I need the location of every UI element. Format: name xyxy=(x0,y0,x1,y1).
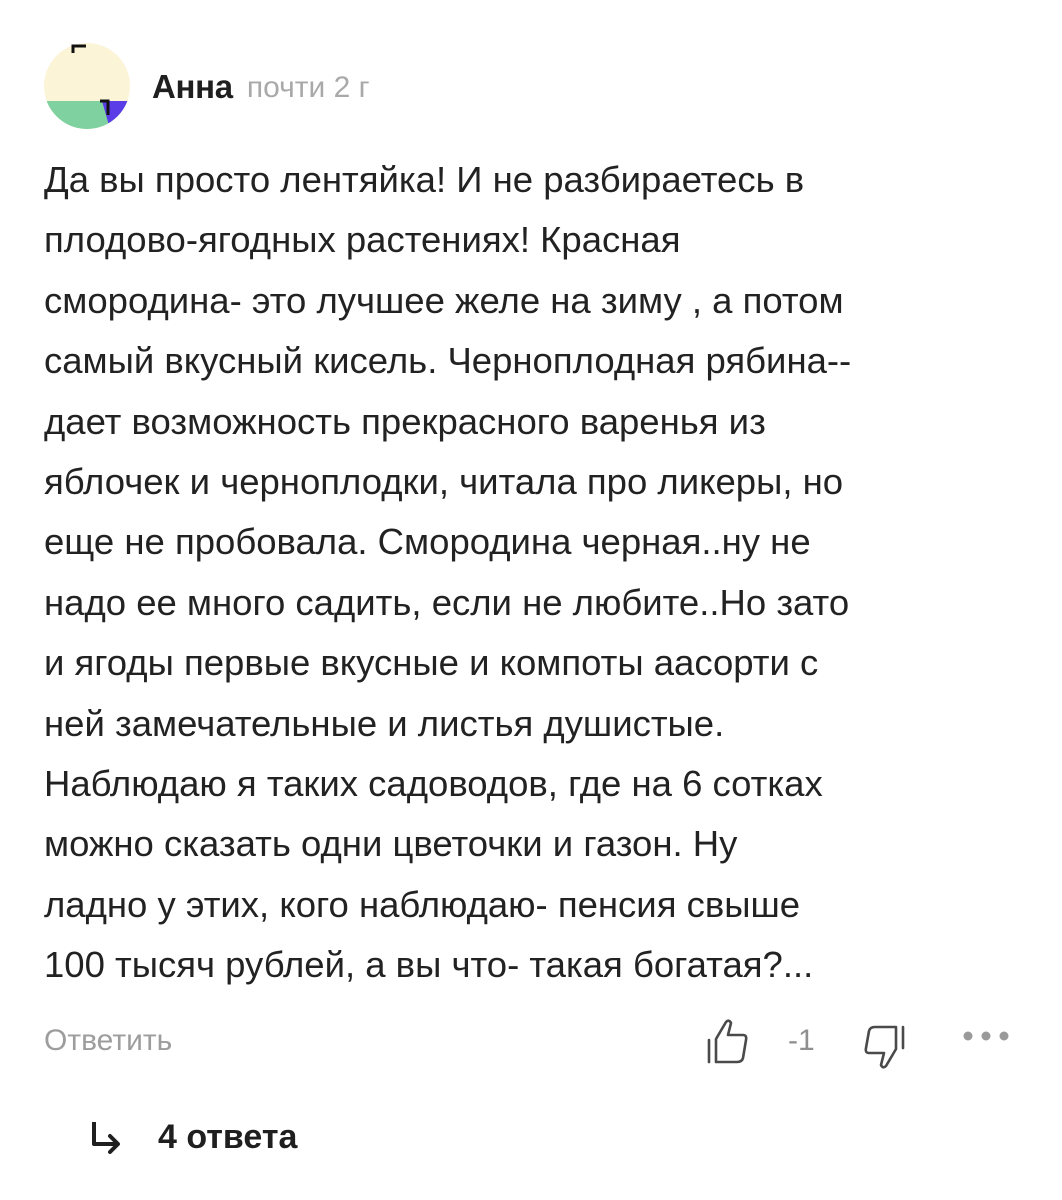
replies-toggle[interactable]: 4 ответа xyxy=(88,1110,297,1164)
comment-body-line: плодово-ягодных растениях! Красная xyxy=(44,219,681,261)
comment-body-line: и ягоды первые вкусные и компоты аасорти… xyxy=(44,642,819,684)
comment-body-line: надо ее много садить, если не любите..Но… xyxy=(44,581,850,623)
comment-body-line: можно сказать одни цветочки и газон. Ну xyxy=(44,823,738,865)
comment-body-line: смородина- это лучшее желе на зиму , а п… xyxy=(44,279,844,321)
reply-button[interactable]: Ответить xyxy=(44,1024,172,1058)
comment-body-line: Да вы просто лентяйка! И не разбираетесь… xyxy=(44,159,805,200)
comment-body-line: Наблюдаю я таких садоводов, где на 6 сот… xyxy=(44,763,823,805)
author-name[interactable]: Анна xyxy=(152,68,233,106)
comment-body-line: самый вкусный кисель. Черноплодная рябин… xyxy=(44,340,852,382)
reply-arrow-icon xyxy=(92,1122,120,1154)
rating-value: -1 xyxy=(788,1024,815,1057)
avatar[interactable] xyxy=(44,43,130,129)
replies-count-label[interactable]: 4 ответа xyxy=(158,1118,297,1157)
comment-body-line: дает возможность прекрасного варенья из xyxy=(44,400,766,442)
more-dots-icon[interactable] xyxy=(960,1026,1012,1046)
comment-body-line: яблочек и черноплодки, читала про ликеры… xyxy=(44,461,844,503)
comment-time: почти 2 г xyxy=(246,71,370,104)
comment-body-line: ней замечательные и листья душистые. xyxy=(44,702,725,744)
comment-header: Анна почти 2 г xyxy=(44,42,370,130)
comment-body: Да вы просто лентяйка! И не разбираетесь… xyxy=(44,150,1034,996)
comment-body-line: еще не пробовала. Смородина черная..ну н… xyxy=(44,521,811,563)
thumbs-up-icon[interactable] xyxy=(706,1018,750,1064)
comment-card: Анна почти 2 г Да вы просто лентяйка! И … xyxy=(0,0,1062,1200)
thumbs-down-icon[interactable] xyxy=(860,1024,906,1070)
comment-body-line: 100 тысяч рублей, а вы что- такая богата… xyxy=(44,944,814,986)
avatar-abstract-icon xyxy=(44,43,130,129)
comment-actions: Ответить -1 xyxy=(44,1016,1024,1072)
comment-body-line: ладно у этих, кого наблюдаю- пенсия свыш… xyxy=(44,883,801,925)
